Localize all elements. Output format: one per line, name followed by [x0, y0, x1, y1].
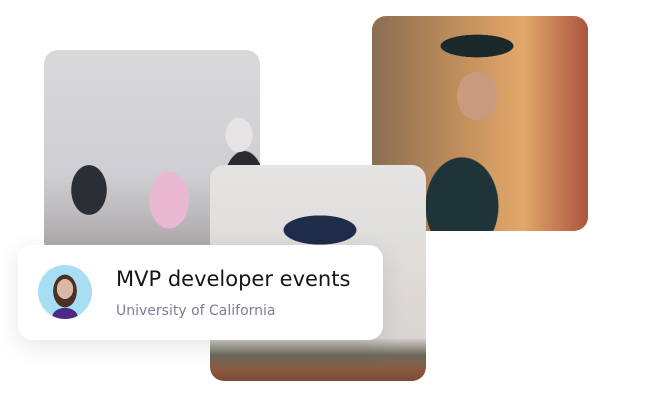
event-title: MVP developer events [116, 267, 351, 291]
event-card[interactable]: MVP developer events University of Calif… [18, 245, 383, 340]
event-subtitle: University of California [116, 303, 276, 319]
avatar [38, 265, 92, 319]
